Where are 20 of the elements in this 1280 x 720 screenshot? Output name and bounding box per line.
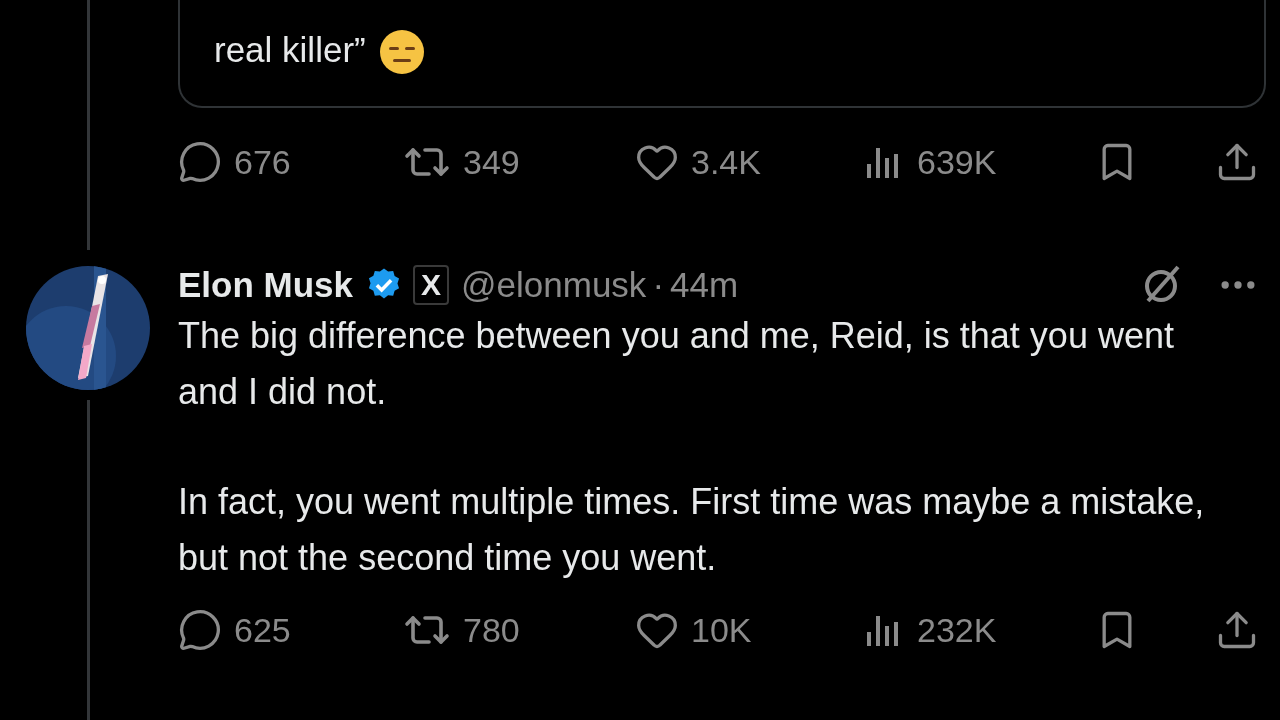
separator: ·: [652, 263, 665, 306]
reply-button[interactable]: 625: [178, 604, 403, 656]
repost-button[interactable]: 349: [403, 136, 635, 188]
repost-button[interactable]: 780: [403, 604, 635, 656]
reply-icon: [178, 140, 222, 184]
reply-button[interactable]: 676: [178, 136, 403, 188]
expressionless-face-icon: [377, 28, 426, 76]
tweet-time[interactable]: 44m: [670, 258, 739, 312]
like-button[interactable]: 3.4K: [635, 136, 865, 188]
affiliation-badge: X: [413, 265, 450, 305]
quote-text: real killer”: [214, 29, 366, 71]
reply-icon: [178, 608, 222, 652]
tweet-text: In fact, you went multiple times. First time was maybe a mistake, but not the second time you went.: [178, 480, 1206, 580]
author-handle[interactable]: @elonmusk: [461, 258, 647, 312]
quoted-tweet-card[interactable]: real killer”: [178, 0, 1266, 108]
author-name[interactable]: Elon Musk: [178, 258, 354, 312]
like-button[interactable]: 10K: [635, 604, 865, 656]
views-button[interactable]: 232K: [865, 604, 1095, 656]
tweet-text: The big difference between you and me, Reid, is that you went and I did not.: [178, 314, 1175, 414]
views-button[interactable]: 639K: [865, 136, 1095, 188]
